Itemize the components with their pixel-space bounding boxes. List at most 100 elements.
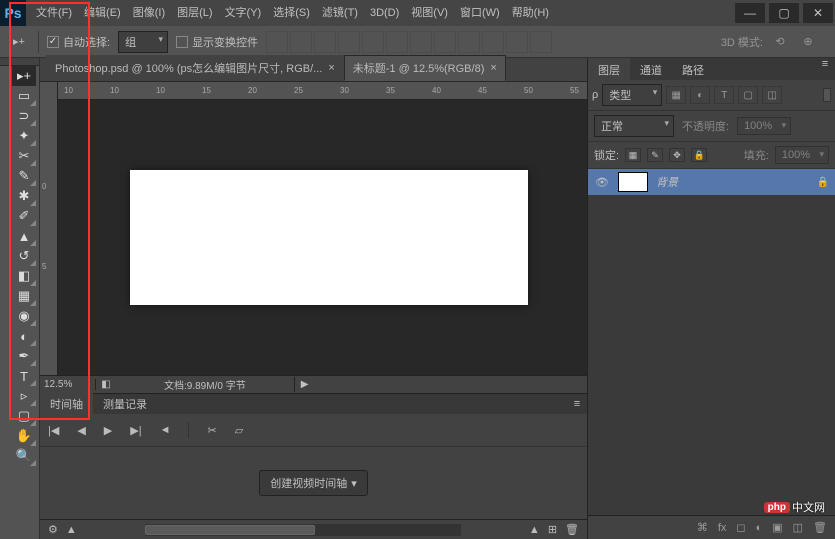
new-layer-icon[interactable]: ◫ bbox=[793, 521, 803, 534]
tab-close-icon[interactable]: × bbox=[490, 62, 496, 74]
convert-icon[interactable]: ⊞ bbox=[548, 523, 557, 536]
filter-type-icon[interactable]: T bbox=[714, 86, 734, 104]
zoom-level[interactable]: 12.5% bbox=[40, 379, 96, 390]
ruler-horizontal[interactable]: 10 10 10 15 20 25 30 35 40 45 50 55 bbox=[58, 82, 587, 100]
mode3d-orbit-icon[interactable]: ⟲ bbox=[769, 31, 791, 53]
create-video-timeline-button[interactable]: 创建视频时间轴 ▾ bbox=[259, 470, 368, 496]
mode3d-pan-icon[interactable]: ⊕ bbox=[797, 31, 819, 53]
split-icon[interactable]: ✂ bbox=[207, 424, 216, 437]
timeline-zoom-slider[interactable] bbox=[145, 524, 461, 536]
quick-select-tool[interactable]: ✦ bbox=[12, 126, 36, 146]
filter-adjust-icon[interactable]: ◐ bbox=[690, 86, 710, 104]
menu-help[interactable]: 帮助(H) bbox=[506, 0, 555, 26]
window-maximize[interactable]: ▢ bbox=[769, 3, 799, 23]
filter-smart-icon[interactable]: ◫ bbox=[762, 86, 782, 104]
ruler-vertical[interactable]: 0 5 bbox=[40, 82, 58, 375]
history-brush-tool[interactable]: ↺ bbox=[12, 246, 36, 266]
filter-toggle[interactable] bbox=[823, 88, 831, 102]
status-preview-icon[interactable]: ◧ bbox=[96, 379, 116, 390]
blur-tool[interactable]: ◉ bbox=[12, 306, 36, 326]
menu-edit[interactable]: 编辑(E) bbox=[78, 0, 127, 26]
tab-close-icon[interactable]: × bbox=[328, 62, 334, 74]
menu-select[interactable]: 选择(S) bbox=[267, 0, 316, 26]
visibility-icon[interactable]: 👁 bbox=[594, 176, 610, 189]
delete-layer-icon[interactable]: 🗑 bbox=[813, 521, 827, 534]
panel-menu-icon[interactable]: ≡ bbox=[815, 58, 835, 80]
eraser-tool[interactable]: ◧ bbox=[12, 266, 36, 286]
menu-layer[interactable]: 图层(L) bbox=[171, 0, 218, 26]
lock-position-icon[interactable]: ✥ bbox=[669, 148, 685, 162]
eyedropper-tool[interactable]: ✎ bbox=[12, 166, 36, 186]
filter-kind-icon[interactable]: ρ bbox=[592, 89, 598, 101]
auto-select-option[interactable]: 自动选择: bbox=[47, 34, 110, 50]
zoom-in-icon[interactable]: ▲ bbox=[529, 524, 540, 536]
transition-icon[interactable]: ▱ bbox=[235, 424, 243, 437]
delete-icon[interactable]: 🗑 bbox=[565, 523, 579, 536]
layer-row[interactable]: 👁 背景 🔒 bbox=[588, 169, 835, 195]
menu-view[interactable]: 视图(V) bbox=[405, 0, 454, 26]
healing-tool[interactable]: ✱ bbox=[12, 186, 36, 206]
auto-select-dropdown[interactable]: 组 bbox=[118, 31, 168, 53]
path-select-tool[interactable]: ▹ bbox=[12, 386, 36, 406]
menu-window[interactable]: 窗口(W) bbox=[454, 0, 506, 26]
canvas-area[interactable]: 10 10 10 15 20 25 30 35 40 45 50 55 bbox=[58, 82, 587, 375]
menu-type[interactable]: 文字(Y) bbox=[219, 0, 268, 26]
tab-channels[interactable]: 通道 bbox=[630, 58, 672, 80]
filter-shape-icon[interactable]: ▢ bbox=[738, 86, 758, 104]
menu-image[interactable]: 图像(I) bbox=[127, 0, 171, 26]
fill-value[interactable]: 100% bbox=[775, 146, 829, 164]
zoom-tool[interactable]: 🔍 bbox=[12, 446, 36, 466]
link-layers-icon[interactable]: ⌘ bbox=[697, 521, 708, 534]
menu-filter[interactable]: 滤镜(T) bbox=[316, 0, 364, 26]
timeline-options-icon[interactable]: ⚙ bbox=[48, 523, 58, 536]
document-tab[interactable]: 未标题-1 @ 12.5%(RGB/8) × bbox=[344, 55, 506, 81]
lasso-tool[interactable]: ⊃ bbox=[12, 106, 36, 126]
tab-timeline[interactable]: 时间轴 bbox=[40, 393, 93, 415]
menu-file[interactable]: 文件(F) bbox=[30, 0, 78, 26]
layer-style-icon[interactable]: fx bbox=[718, 522, 727, 534]
hand-tool[interactable]: ✋ bbox=[12, 426, 36, 446]
auto-select-checkbox[interactable] bbox=[47, 36, 59, 48]
dodge-tool[interactable]: ◐ bbox=[12, 326, 36, 346]
zoom-out-icon[interactable]: ▲ bbox=[66, 524, 77, 536]
layer-mask-icon[interactable]: ◻ bbox=[736, 521, 745, 534]
panel-menu-icon[interactable]: ≡ bbox=[567, 398, 587, 410]
filter-pixel-icon[interactable]: ▦ bbox=[666, 86, 686, 104]
adjustment-layer-icon[interactable]: ◐ bbox=[756, 522, 763, 534]
layer-name[interactable]: 背景 bbox=[656, 174, 809, 190]
tab-layers[interactable]: 图层 bbox=[588, 58, 630, 80]
stamp-tool[interactable]: ▲ bbox=[12, 226, 36, 246]
rectangle-tool[interactable]: ▢ bbox=[12, 406, 36, 426]
move-tool[interactable]: ▸+ bbox=[12, 66, 36, 86]
brush-tool[interactable]: ✐ bbox=[12, 206, 36, 226]
goto-first-icon[interactable]: |◀ bbox=[48, 424, 59, 437]
next-frame-icon[interactable]: ▶| bbox=[130, 424, 141, 437]
marquee-tool[interactable]: ▭ bbox=[12, 86, 36, 106]
window-minimize[interactable]: — bbox=[735, 3, 765, 23]
document-tab[interactable]: Photoshop.psd @ 100% (ps怎么编辑图片尺寸, RGB/..… bbox=[46, 55, 344, 81]
tab-paths[interactable]: 路径 bbox=[672, 58, 714, 80]
canvas[interactable] bbox=[130, 170, 528, 305]
status-menu-icon[interactable]: ▶ bbox=[295, 379, 315, 390]
document-info[interactable]: 文档:9.89M/0 字节 bbox=[116, 377, 295, 392]
layer-thumbnail[interactable] bbox=[618, 172, 648, 192]
type-tool[interactable]: T bbox=[12, 366, 36, 386]
mute-icon[interactable]: ◄ bbox=[160, 424, 171, 436]
group-icon[interactable]: ▣ bbox=[772, 521, 782, 534]
menu-3d[interactable]: 3D(D) bbox=[364, 0, 405, 26]
lock-all-icon[interactable]: 🔒 bbox=[691, 148, 707, 162]
show-transform-checkbox[interactable] bbox=[176, 36, 188, 48]
move-tool-icon[interactable]: ▸+ bbox=[8, 31, 30, 53]
show-transform-option[interactable]: 显示变换控件 bbox=[176, 34, 258, 50]
gradient-tool[interactable]: ▦ bbox=[12, 286, 36, 306]
pen-tool[interactable]: ✒ bbox=[12, 346, 36, 366]
tab-measurement[interactable]: 测量记录 bbox=[93, 393, 157, 415]
prev-frame-icon[interactable]: ◀ bbox=[77, 424, 85, 437]
play-icon[interactable]: ▶ bbox=[104, 424, 112, 437]
blend-mode-dropdown[interactable]: 正常 bbox=[594, 115, 674, 137]
lock-transparency-icon[interactable]: ▦ bbox=[625, 148, 641, 162]
opacity-value[interactable]: 100% bbox=[737, 117, 791, 135]
window-close[interactable]: ✕ bbox=[803, 3, 833, 23]
filter-kind-dropdown[interactable]: 类型 bbox=[602, 84, 662, 106]
lock-image-icon[interactable]: ✎ bbox=[647, 148, 663, 162]
